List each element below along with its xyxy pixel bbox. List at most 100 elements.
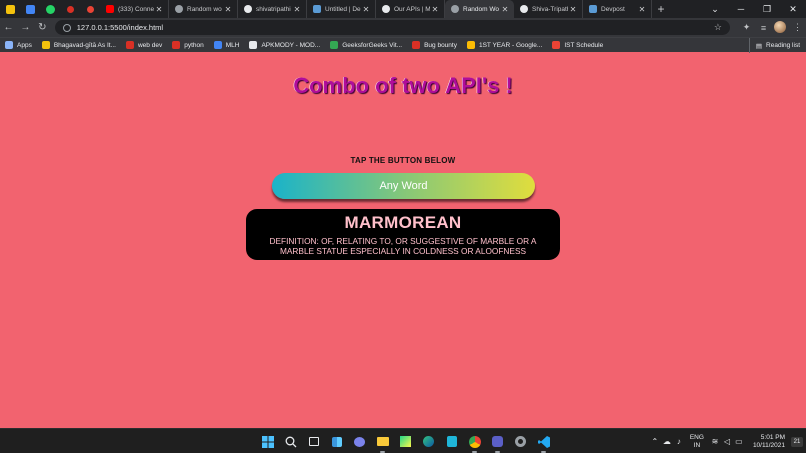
start-button[interactable] — [256, 429, 279, 453]
tab-random-word-active[interactable]: Random Wo ✕ — [445, 0, 514, 18]
any-word-button[interactable]: Any Word — [272, 173, 535, 199]
edge[interactable] — [417, 429, 440, 453]
reading-list-label: Reading list — [766, 42, 800, 49]
close-icon[interactable]: ✕ — [568, 5, 578, 14]
pycharm[interactable] — [394, 429, 417, 453]
close-icon[interactable]: ✕ — [154, 5, 164, 14]
widgets[interactable] — [325, 429, 348, 453]
bookmark-ist-schedule[interactable]: IST Schedule — [547, 41, 608, 49]
url-text[interactable]: 127.0.0.1:5500/index.html — [77, 23, 714, 32]
close-icon[interactable]: ✕ — [223, 5, 233, 14]
reading-list-button[interactable]: ▤ Reading list — [748, 38, 800, 53]
chrome[interactable] — [463, 429, 486, 453]
reload-icon[interactable]: ↻ — [34, 18, 51, 37]
settings[interactable] — [509, 429, 532, 453]
microphone-icon[interactable]: ♪ — [673, 437, 685, 446]
bookmark-label: MLH — [225, 41, 240, 49]
bookmark-apps[interactable]: Apps — [0, 41, 37, 49]
vscode[interactable] — [532, 429, 555, 453]
chevron-up-icon[interactable]: ⌃ — [649, 437, 661, 446]
bookmark-label: APKMODY - MOD... — [261, 41, 321, 49]
search-icon — [285, 436, 296, 447]
pycharm-icon — [400, 436, 411, 447]
web-page: Combo of two API's ! TAP THE BUTTON BELO… — [0, 52, 806, 428]
tab-untitled[interactable]: Untitled | De ✕ — [307, 0, 376, 18]
address-bar[interactable]: 127.0.0.1:5500/index.html ☆ — [54, 20, 730, 35]
pinned-tab-2[interactable] — [20, 0, 40, 18]
apps-grid-icon — [5, 41, 13, 49]
close-icon[interactable]: ✕ — [637, 5, 647, 14]
teams-chat[interactable] — [348, 429, 371, 453]
pinned-tab-5[interactable] — [80, 0, 100, 18]
bookmark-bhagavad-gita[interactable]: Bhagavad-gītā As It... — [37, 41, 121, 49]
battery-icon[interactable]: ▭ — [733, 437, 745, 446]
tab-our-apis[interactable]: Our APIs | M ✕ — [376, 0, 445, 18]
bookmark-label: web dev — [137, 41, 163, 49]
extensions-icon[interactable]: ✦ — [738, 22, 755, 33]
bookmark-favicon — [41, 41, 50, 49]
tab-devpost[interactable]: Devpost ✕ — [583, 0, 652, 18]
toolbar-actions: ✦ ≡ ⋮ — [738, 20, 806, 35]
github-icon — [244, 5, 252, 13]
file-explorer[interactable] — [371, 429, 394, 453]
menu-icon[interactable]: ⋮ — [789, 22, 806, 33]
bookmark-bug-bounty[interactable]: Bug bounty — [407, 41, 462, 49]
bookmark-web-dev[interactable]: web dev — [121, 41, 167, 49]
tab-github-profile[interactable]: shivatripathi ✕ — [238, 0, 307, 18]
close-icon[interactable]: ✕ — [292, 5, 302, 14]
task-view[interactable] — [302, 429, 325, 453]
chat-icon — [354, 436, 365, 447]
tab-random-word[interactable]: Random wo ✕ — [169, 0, 238, 18]
forward-icon[interactable]: → — [17, 18, 34, 37]
minimize-icon[interactable]: ─ — [728, 0, 754, 18]
bookmark-apkmody[interactable]: APKMODY - MOD... — [244, 41, 325, 49]
devpost-icon — [313, 5, 321, 13]
app-tile-icon — [446, 436, 457, 447]
language-indicator[interactable]: ENG IN — [690, 434, 704, 450]
teams[interactable] — [486, 429, 509, 453]
vscode-icon — [537, 435, 550, 448]
tab-title: shivatripathi — [256, 5, 291, 13]
notification-badge[interactable]: 21 — [791, 436, 803, 447]
share-icon — [66, 5, 74, 13]
pinned-tab-4[interactable] — [60, 0, 80, 18]
tab-search-icon[interactable]: ⌄ — [702, 0, 728, 18]
close-window-icon[interactable]: ✕ — [780, 0, 806, 18]
taskbar-search[interactable] — [279, 429, 302, 453]
taskbar-app-l[interactable] — [440, 429, 463, 453]
windows-logo-icon — [261, 435, 274, 448]
bookmark-1st-year[interactable]: 1ST YEAR - Google... — [462, 41, 547, 49]
close-icon[interactable]: ✕ — [361, 5, 371, 14]
close-icon[interactable]: ✕ — [430, 5, 440, 14]
tab-title: Our APIs | M — [394, 5, 430, 13]
bookmark-star-icon[interactable]: ☆ — [714, 22, 722, 33]
tab-youtube[interactable]: (333) Conne ✕ — [100, 0, 169, 18]
bookmark-mlh[interactable]: MLH — [209, 41, 245, 49]
tab-title: Untitled | De — [325, 5, 361, 13]
clock[interactable]: 5:01 PM 10/11/2021 — [753, 434, 785, 450]
bookmark-label: Bhagavad-gītā As It... — [53, 41, 116, 49]
restore-icon[interactable]: ❐ — [754, 0, 780, 18]
site-info-icon[interactable] — [62, 23, 71, 32]
media-control-icon[interactable]: ≡ — [755, 23, 772, 33]
close-icon[interactable]: ✕ — [500, 5, 510, 14]
windows-taskbar: ⌃ ☁ ♪ ENG IN ≋ ◁ ▭ 5:01 PM 10/11/2021 21 — [0, 428, 806, 453]
new-tab-button[interactable]: + — [652, 2, 670, 16]
bookmark-python[interactable]: python — [167, 41, 209, 49]
cloud-icon[interactable]: ☁ — [661, 437, 673, 446]
back-icon[interactable]: ← — [0, 18, 17, 37]
youtube-icon — [106, 5, 114, 13]
task-view-icon — [308, 437, 319, 446]
pinned-tab-1[interactable] — [0, 0, 20, 18]
profile-avatar[interactable] — [772, 20, 789, 35]
tab-github-repo[interactable]: Shiva-Tripath ✕ — [514, 0, 583, 18]
wifi-icon[interactable]: ≋ — [709, 437, 721, 446]
language-code: ENG — [689, 433, 704, 441]
pinned-tab-3[interactable] — [40, 0, 60, 18]
time-text: 5:01 PM — [760, 433, 785, 441]
tab-title: Devpost — [601, 5, 625, 13]
volume-icon[interactable]: ◁ — [721, 437, 733, 446]
bookmark-geeksforgeeks[interactable]: GeeksforGeeks Vit... — [325, 41, 407, 49]
browser-tab-bar: (333) Conne ✕ Random wo ✕ shivatripathi … — [0, 0, 806, 18]
globe-icon — [451, 5, 459, 13]
